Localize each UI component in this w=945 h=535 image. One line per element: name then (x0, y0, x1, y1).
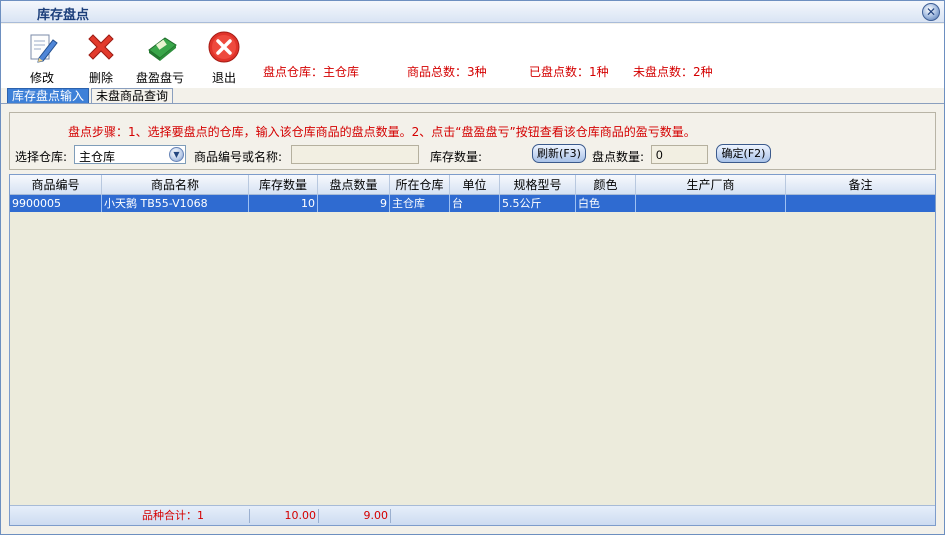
footer-stock-total: 10.00 (284, 509, 317, 522)
product-input[interactable] (291, 145, 419, 164)
cell-unit: 台 (450, 195, 500, 212)
steps-instructions: 盘点步骤：1、选择要盘点的仓库，输入该仓库商品的盘点数量。2、点击“盘盈盘亏”按… (68, 125, 696, 139)
col-header-count[interactable]: 盘点数量 (318, 175, 390, 195)
product-label: 商品编号或名称: (194, 150, 283, 164)
tab-stocktake-input[interactable]: 库存盘点输入 (7, 88, 89, 104)
window-title: 库存盘点 (37, 8, 90, 23)
grid-header: 商品编号 商品名称 库存数量 盘点数量 所在仓库 单位 规格型号 颜色 生产厂商… (10, 175, 935, 195)
profit-loss-icon (145, 30, 179, 64)
exit-label: 退出 (211, 71, 236, 85)
profit-loss-label: 盘盈盘亏 (135, 71, 184, 85)
cell-remark (786, 195, 935, 212)
edit-button[interactable]: 修改 (17, 30, 67, 86)
edit-icon (25, 30, 59, 64)
warehouse-label: 选择仓库: (15, 150, 68, 164)
status-uncounted: 未盘点数：2种 (633, 65, 713, 79)
col-header-manufacturer[interactable]: 生产厂商 (636, 175, 786, 195)
footer-count-total: 9.00 (363, 509, 389, 522)
toolbar: 修改 删除 盘盈盘亏 退出 盘点仓库：主仓库 商品总数：3种 已盘点数：1种 未… (1, 24, 944, 88)
edit-label: 修改 (29, 71, 54, 85)
close-icon[interactable]: ✕ (922, 3, 940, 21)
col-header-unit[interactable]: 单位 (450, 175, 500, 195)
confirm-button[interactable]: 确定(F2) (716, 144, 771, 163)
col-header-color[interactable]: 颜色 (576, 175, 636, 195)
col-header-spec[interactable]: 规格型号 (500, 175, 576, 195)
title-bar: 库存盘点 ✕ (1, 1, 944, 23)
cell-name: 小天鹅 TB55-V1068 (102, 195, 249, 212)
count-qty-label: 盘点数量: (592, 150, 645, 164)
footer-separator (249, 509, 250, 523)
footer-separator (318, 509, 319, 523)
cell-stock: 10 (249, 195, 318, 212)
stock-qty-label: 库存数量: (430, 150, 483, 164)
delete-label: 删除 (88, 71, 113, 85)
warehouse-value: 主仓库 (79, 150, 116, 164)
grid-footer: 品种合计：1 10.00 9.00 (10, 505, 935, 525)
col-header-code[interactable]: 商品编号 (10, 175, 102, 195)
tab-uncounted-query[interactable]: 未盘商品查询 (91, 88, 173, 104)
col-header-warehouse[interactable]: 所在仓库 (390, 175, 450, 195)
count-qty-input[interactable] (651, 145, 708, 164)
footer-separator (390, 509, 391, 523)
cell-manufacturer (636, 195, 786, 212)
tab-divider (1, 103, 944, 104)
stocktake-window: 库存盘点 ✕ 修改 删除 盘盈盘亏 退出 盘点仓库：主仓库 商品总数：3种 已盘… (0, 0, 945, 535)
delete-icon (84, 30, 118, 64)
exit-button[interactable]: 退出 (199, 30, 249, 86)
cell-color: 白色 (576, 195, 636, 212)
status-counted: 已盘点数：1种 (529, 65, 609, 79)
status-total: 商品总数：3种 (407, 65, 487, 79)
col-header-remark[interactable]: 备注 (786, 175, 935, 195)
input-panel: 盘点步骤：1、选择要盘点的仓库，输入该仓库商品的盘点数量。2、点击“盘盈盘亏”按… (9, 112, 936, 170)
col-header-stock[interactable]: 库存数量 (249, 175, 318, 195)
warehouse-select[interactable]: 主仓库 ▼ (74, 145, 186, 164)
refresh-button[interactable]: 刷新(F3) (532, 144, 586, 163)
exit-icon (207, 30, 241, 64)
status-warehouse: 盘点仓库：主仓库 (263, 65, 360, 79)
profit-loss-button[interactable]: 盘盈盘亏 (136, 30, 187, 86)
col-header-name[interactable]: 商品名称 (102, 175, 249, 195)
table-row[interactable]: 9900005 小天鹅 TB55-V1068 10 9 主仓库 台 5.5公斤 … (10, 195, 935, 212)
stocktake-grid: 商品编号 商品名称 库存数量 盘点数量 所在仓库 单位 规格型号 颜色 生产厂商… (9, 174, 936, 526)
cell-warehouse: 主仓库 (390, 195, 450, 212)
cell-spec: 5.5公斤 (500, 195, 576, 212)
cell-count: 9 (318, 195, 390, 212)
footer-variety-total: 品种合计：1 (142, 509, 204, 522)
delete-button[interactable]: 删除 (76, 30, 126, 86)
dropdown-arrow-icon[interactable]: ▼ (169, 147, 184, 162)
cell-code: 9900005 (10, 195, 102, 212)
